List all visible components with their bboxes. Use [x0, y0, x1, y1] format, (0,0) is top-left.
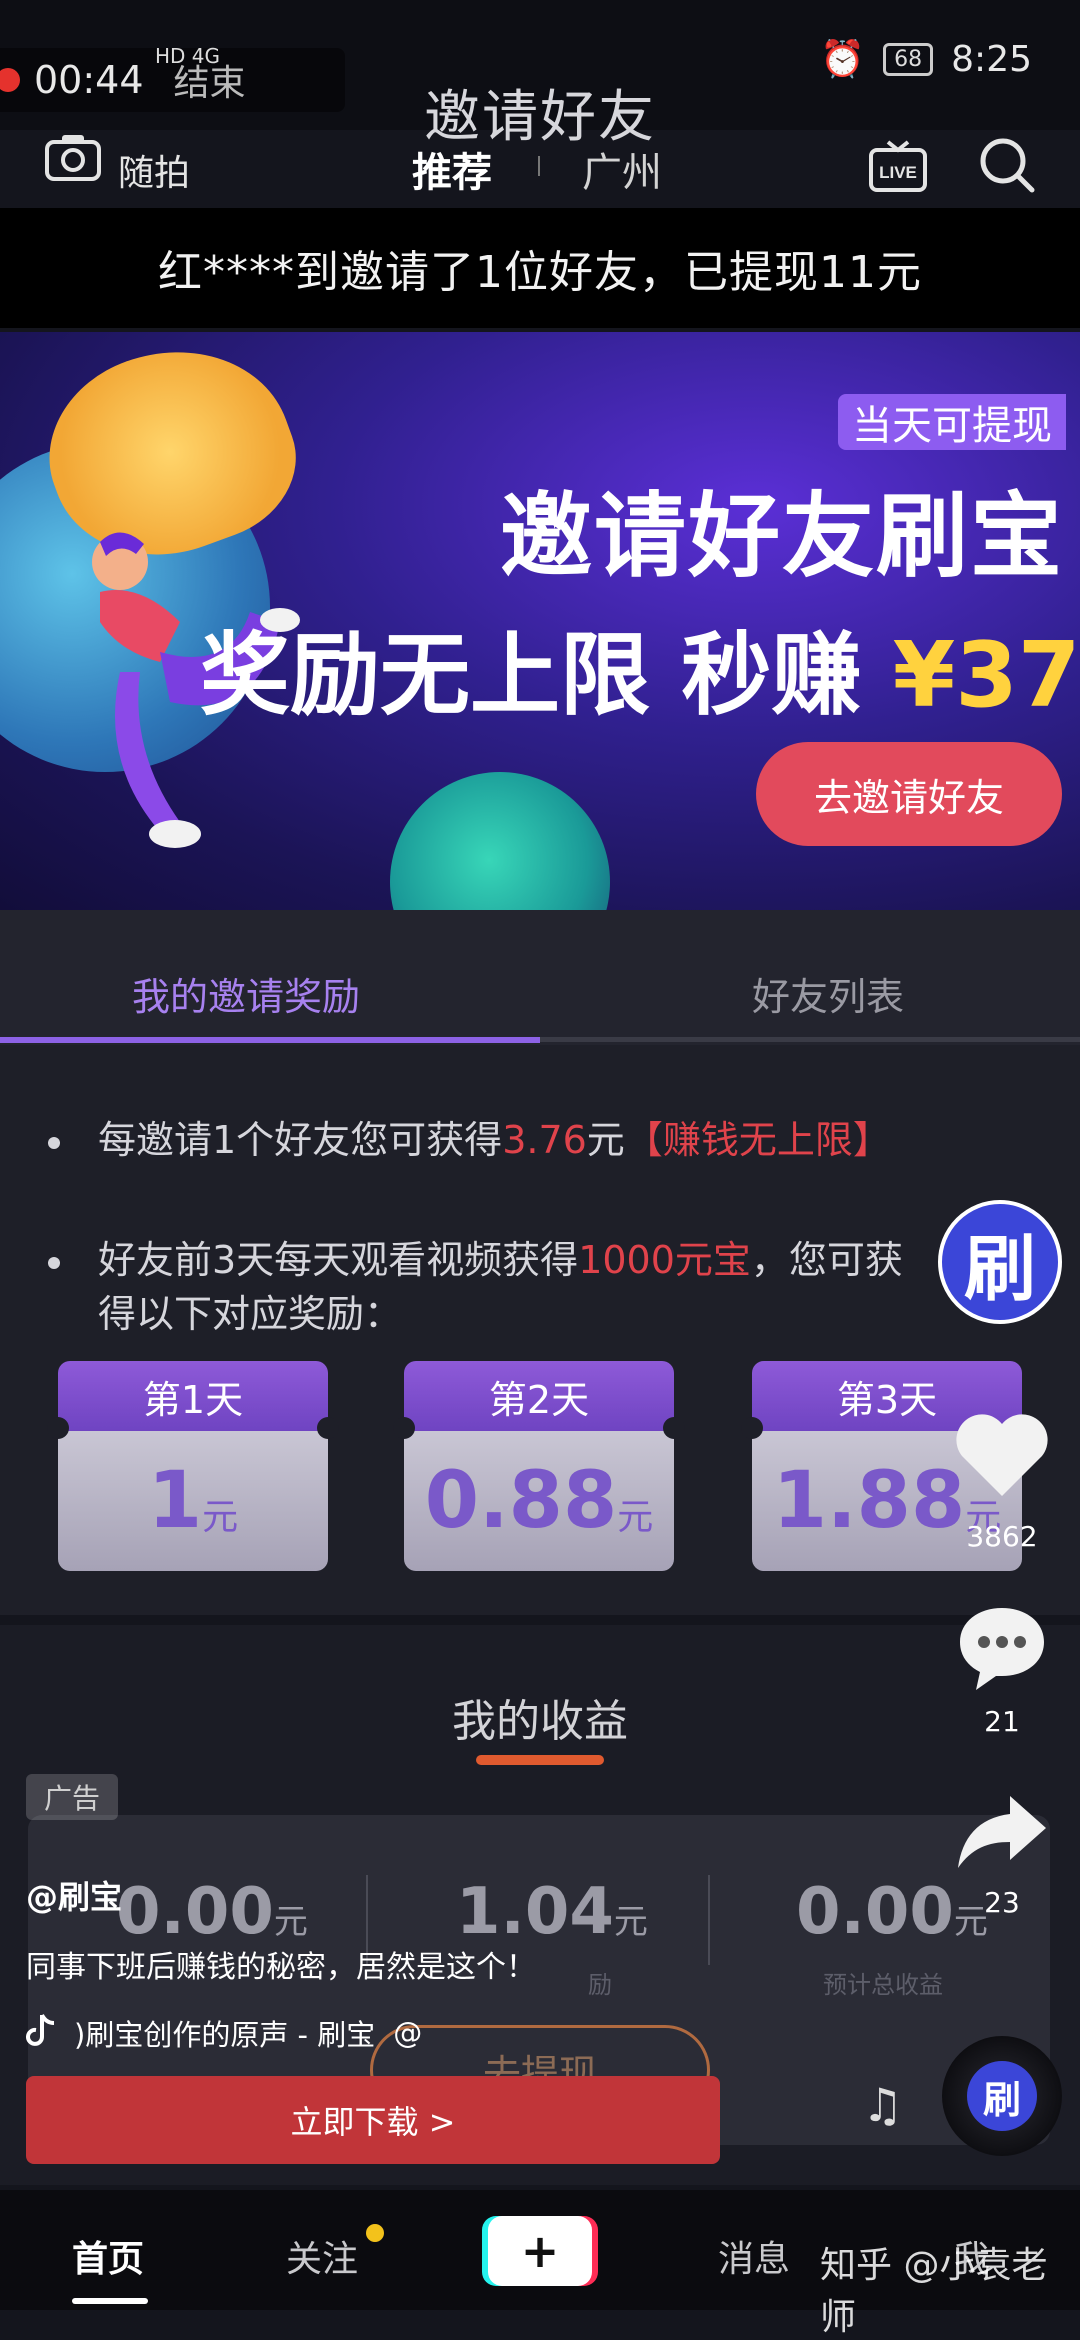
- rule1-amount: 3.76: [502, 1118, 587, 1162]
- earnings-title: 我的收益: [452, 1696, 628, 1747]
- rule1-text: 每邀请1个好友您可获得: [98, 1118, 503, 1162]
- card-notch: [741, 1417, 763, 1439]
- earnings-value: 1.04: [456, 1875, 614, 1949]
- invite-ticker: 红****到邀请了1位好友，已提现11元: [0, 208, 1080, 328]
- day-amount: 1.88: [772, 1456, 966, 1546]
- day-amount: 1: [147, 1456, 203, 1546]
- download-button[interactable]: 立即下载 >: [26, 2076, 720, 2164]
- bullet-icon: [48, 1257, 60, 1269]
- invite-banner: 当天可提现 邀请好友刷宝 奖励无上限 秒赚 ¥37.6 去邀请好友: [0, 332, 1080, 910]
- card-notch: [663, 1417, 685, 1439]
- bullet-icon: [48, 1137, 60, 1149]
- day-label: 第1天: [58, 1361, 328, 1431]
- tab-friend-list[interactable]: 好友列表: [752, 966, 904, 1021]
- music-info[interactable]: )刷宝创作的原声 - 刷宝 @: [26, 2012, 422, 2054]
- day-reward-card: 第1天 1元: [47, 1361, 339, 1571]
- nav-snap[interactable]: 随拍: [118, 144, 190, 196]
- earnings-value: 0.00: [796, 1875, 954, 1949]
- day-reward-card: 第2天 0.88 元: [393, 1361, 685, 1571]
- music-title: )刷宝创作的原声 - 刷宝: [74, 2018, 376, 2052]
- live-icon[interactable]: LIVE: [868, 138, 928, 204]
- banner-headline: 邀请好友刷宝: [500, 483, 1065, 590]
- tab-my-rewards[interactable]: 我的邀请奖励: [132, 966, 360, 1021]
- share-count: 23: [984, 1886, 1020, 1919]
- nav-city[interactable]: 广州: [582, 140, 662, 198]
- banner-subheadline-text: 奖励无上限 秒赚: [200, 623, 893, 728]
- earnings-unit: 元: [273, 1902, 308, 1942]
- like-count: 3862: [966, 1520, 1038, 1553]
- day-unit: 元: [617, 1497, 654, 1538]
- notification-dot: [366, 2224, 384, 2242]
- network-icons: HD 4G: [155, 44, 221, 68]
- day-amount: 0.88: [424, 1456, 618, 1546]
- earnings-value: 0.00: [116, 1875, 274, 1949]
- ad-badge: 广告: [26, 1774, 118, 1820]
- camera-icon[interactable]: [44, 132, 102, 192]
- rule-item: 每邀请1个好友您可获得3.76元【赚钱无上限】: [40, 1113, 940, 1167]
- rule-item: 好友前3天每天观看视频获得1000元宝，您可获得以下对应奖励：: [40, 1233, 940, 1341]
- comment-icon[interactable]: [954, 1602, 1050, 1698]
- banner-amount: ¥37.6: [892, 623, 1080, 728]
- nav-divider: [538, 156, 540, 176]
- earnings-col1: 0.00元: [116, 1875, 308, 1949]
- video-caption: 同事下班后赚钱的秘密，居然是这个！: [26, 1950, 536, 1985]
- card-notch: [47, 1417, 69, 1439]
- avatar[interactable]: 刷: [938, 1200, 1062, 1324]
- planet-illustration: [390, 772, 610, 910]
- earnings-label: 励: [588, 1971, 612, 1999]
- invite-friend-button[interactable]: 去邀请好友: [756, 742, 1062, 846]
- svg-text:LIVE: LIVE: [879, 163, 917, 182]
- tiktok-note-icon: [26, 2013, 56, 2054]
- share-icon[interactable]: [954, 1792, 1050, 1876]
- day-value: 0.88 元: [404, 1431, 674, 1571]
- home-indicator: [72, 2298, 148, 2304]
- watermark: 知乎 @小袁老师: [820, 2245, 1048, 2338]
- comment-count: 21: [984, 1705, 1020, 1738]
- nav-recommend[interactable]: 推荐: [412, 140, 492, 198]
- rule2-text: 好友前3天每天观看视频获得: [98, 1238, 579, 1282]
- reward-rules: 每邀请1个好友您可获得3.76元【赚钱无上限】 好友前3天每天观看视频获得100…: [0, 1045, 1080, 1615]
- rule1-unlimited: 【赚钱无上限】: [624, 1118, 891, 1162]
- search-icon[interactable]: [978, 136, 1036, 204]
- music-disc[interactable]: 刷: [942, 2036, 1062, 2156]
- earnings-col2: 1.04元: [456, 1875, 648, 1949]
- tab-indicator: [0, 1037, 540, 1043]
- banner-subheadline: 奖励无上限 秒赚 ¥37.6: [200, 602, 1080, 732]
- rule2-amount: 1000元宝: [578, 1238, 751, 1282]
- divider: [708, 1875, 710, 1965]
- day-label: 第2天: [404, 1361, 674, 1431]
- day-value: 1元: [58, 1431, 328, 1571]
- earnings-title-underline: [476, 1755, 604, 1765]
- same-day-tag: 当天可提现: [838, 394, 1066, 450]
- music-at: @: [393, 2016, 423, 2050]
- rule1-unit: 元: [586, 1118, 625, 1162]
- card-notch: [317, 1417, 339, 1439]
- top-nav: 随拍 推荐 广州 LIVE: [0, 130, 1080, 202]
- create-button[interactable]: +: [488, 2216, 592, 2286]
- author-handle[interactable]: @刷宝: [26, 1872, 122, 1918]
- earnings-label: 预计总收益: [823, 1971, 943, 1999]
- card-notch: [393, 1417, 415, 1439]
- disc-logo: 刷: [967, 2061, 1037, 2131]
- invite-tabs: 我的邀请奖励 好友列表: [0, 910, 1080, 1045]
- battery-icon: 68: [883, 42, 934, 76]
- day-unit: 元: [202, 1497, 239, 1538]
- music-note-icon: ♫: [862, 2078, 904, 2132]
- heart-icon[interactable]: [954, 1410, 1050, 1504]
- nav-follow[interactable]: 关注: [286, 2230, 358, 2282]
- nav-home[interactable]: 首页: [72, 2230, 144, 2282]
- nav-messages[interactable]: 消息: [718, 2230, 790, 2282]
- earnings-unit: 元: [613, 1902, 648, 1942]
